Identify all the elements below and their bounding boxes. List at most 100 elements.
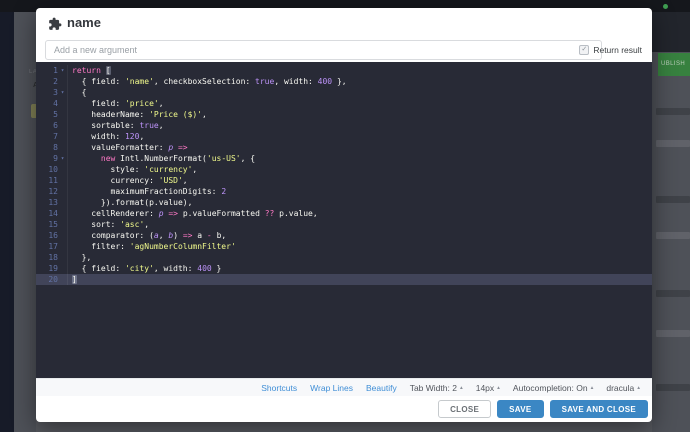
code-text: currency: 'USD', [68,175,188,186]
code-line-16[interactable]: 16 comparator: (a, b) => a - b, [36,230,652,241]
fold-marker-icon[interactable]: ▾ [58,87,67,98]
code-line-8[interactable]: 8 valueFormatter: p => [36,142,652,153]
fold-marker-icon [58,120,67,131]
code-text: sortable: true, [68,120,164,131]
add-argument-input[interactable] [45,40,602,60]
code-text: return [ [68,65,111,76]
fold-marker-icon [58,263,67,274]
background-row [656,196,690,203]
fold-marker-icon [58,230,67,241]
background-left-panel: LAYOUT Add [14,12,36,432]
code-text: }).format(p.value), [68,197,192,208]
toolbar-link-shortcuts[interactable]: Shortcuts [261,383,297,393]
background-right-header [652,12,690,52]
close-button[interactable]: CLOSE [438,400,491,418]
line-number: 14 [36,208,58,219]
code-line-6[interactable]: 6 sortable: true, [36,120,652,131]
fold-marker-icon [58,208,67,219]
fold-marker-icon [58,219,67,230]
puzzle-icon [48,17,62,31]
code-text: { [68,87,86,98]
background-row [656,232,690,239]
background-row [656,330,690,337]
code-text: headerName: 'Price ($)', [68,109,207,120]
argument-editor-modal: name ✓ Return result 1▾return [2 { field… [36,8,652,422]
background-row [656,290,690,297]
line-number: 3 [36,87,58,98]
code-line-7[interactable]: 7 width: 120, [36,131,652,142]
code-line-19[interactable]: 19 { field: 'city', width: 400 } [36,263,652,274]
code-line-9[interactable]: 9▾ new Intl.NumberFormat('us-US', { [36,153,652,164]
code-line-1[interactable]: 1▾return [ [36,65,652,76]
fold-marker-icon [58,164,67,175]
save-and-close-button[interactable]: SAVE AND CLOSE [550,400,648,418]
code-line-13[interactable]: 13 }).format(p.value), [36,197,652,208]
line-number: 1 [36,65,58,76]
line-number: 13 [36,197,58,208]
fold-marker-icon [58,186,67,197]
toolbar-dropdown-dracula[interactable]: dracula▴ [606,383,640,393]
toolbar-dropdown-tab-width-2[interactable]: Tab Width: 2▴ [410,383,463,393]
code-text: { field: 'name', checkboxSelection: true… [68,76,347,87]
code-text: new Intl.NumberFormat('us-US', { [68,153,255,164]
fold-marker-icon [58,175,67,186]
fold-marker-icon [58,241,67,252]
status-dot-icon [663,4,668,9]
fold-marker-icon [58,142,67,153]
checkbox-checked-icon[interactable]: ✓ [579,45,589,55]
fold-marker-icon [58,131,67,142]
code-line-10[interactable]: 10 style: 'currency', [36,164,652,175]
background-row [656,108,690,115]
fold-marker-icon[interactable]: ▾ [58,153,67,164]
code-text: valueFormatter: p => [68,142,188,153]
line-number: 4 [36,98,58,109]
line-number: 10 [36,164,58,175]
toolbar-link-beautify[interactable]: Beautify [366,383,397,393]
code-line-3[interactable]: 3▾ { [36,87,652,98]
fold-marker-icon[interactable]: ▾ [58,65,67,76]
code-text: maximumFractionDigits: 2 [68,186,226,197]
line-number: 2 [36,76,58,87]
editor-toolbar: Shortcuts Wrap Lines Beautify Tab Width: 2▴… [36,378,652,396]
publish-button-fragment: UBLISH [658,53,690,76]
return-result-toggle[interactable]: ✓ Return result [579,40,642,60]
code-editor[interactable]: 1▾return [2 { field: 'name', checkboxSel… [36,62,652,378]
caret-up-icon: ▴ [497,385,500,391]
line-number: 19 [36,263,58,274]
code-line-5[interactable]: 5 headerName: 'Price ($)', [36,109,652,120]
save-button[interactable]: SAVE [497,400,543,418]
line-number: 16 [36,230,58,241]
code-line-12[interactable]: 12 maximumFractionDigits: 2 [36,186,652,197]
modal-footer: CLOSE SAVE SAVE AND CLOSE [36,396,652,422]
code-text: sort: 'asc', [68,219,149,230]
line-number: 18 [36,252,58,263]
line-number: 9 [36,153,58,164]
code-line-18[interactable]: 18 }, [36,252,652,263]
background-left-sidebar [0,12,14,432]
toolbar-link-wrap-lines[interactable]: Wrap Lines [310,383,353,393]
line-number: 6 [36,120,58,131]
modal-title: name [67,15,101,30]
code-line-14[interactable]: 14 cellRenderer: p => p.valueFormatted ?… [36,208,652,219]
toolbar-dropdown-14px[interactable]: 14px▴ [476,383,500,393]
code-line-17[interactable]: 17 filter: 'agNumberColumnFilter' [36,241,652,252]
line-number: 20 [36,274,58,285]
fold-marker-icon [58,109,67,120]
line-number: 11 [36,175,58,186]
line-number: 12 [36,186,58,197]
background-row [656,140,690,147]
return-result-label: Return result [593,45,642,55]
line-number: 8 [36,142,58,153]
fold-marker-icon [58,197,67,208]
toolbar-dropdown-autocompletion-on[interactable]: Autocompletion: On▴ [513,383,593,393]
code-line-20[interactable]: 20] [36,274,652,285]
code-text: filter: 'agNumberColumnFilter' [68,241,236,252]
code-line-15[interactable]: 15 sort: 'asc', [36,219,652,230]
code-text: cellRenderer: p => p.valueFormatted ?? p… [68,208,318,219]
code-line-4[interactable]: 4 field: 'price', [36,98,652,109]
code-line-2[interactable]: 2 { field: 'name', checkboxSelection: tr… [36,76,652,87]
code-line-11[interactable]: 11 currency: 'USD', [36,175,652,186]
fold-marker-icon [58,98,67,109]
code-text: comparator: (a, b) => a - b, [68,230,226,241]
caret-up-icon: ▴ [460,385,463,391]
